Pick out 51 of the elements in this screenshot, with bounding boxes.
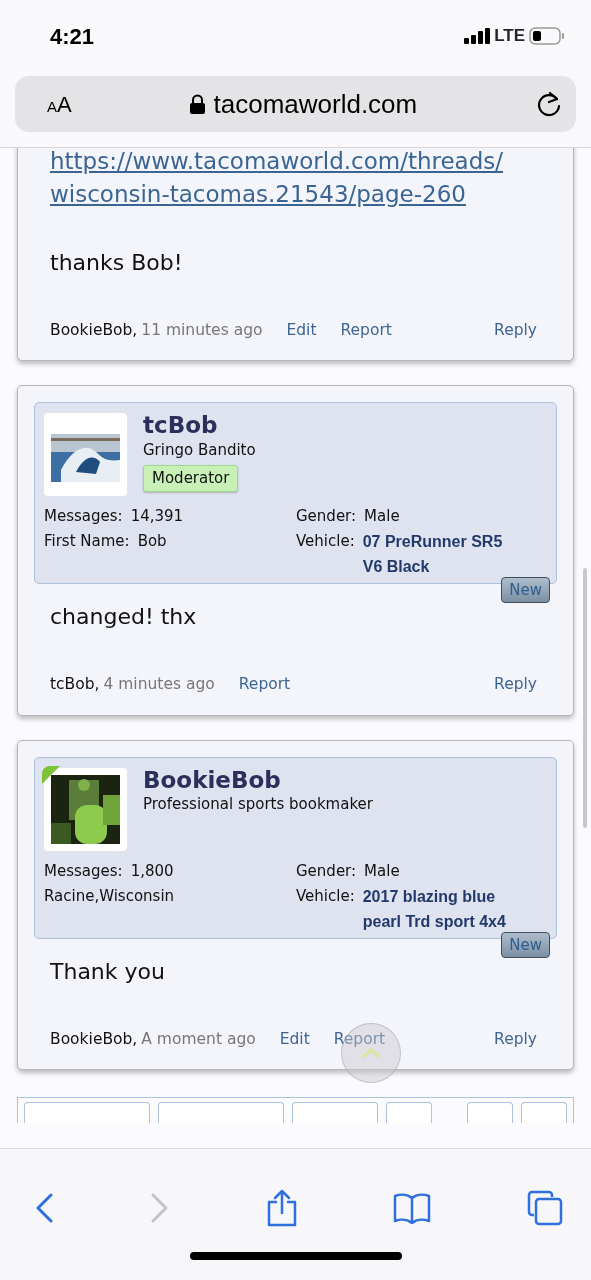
reply-link[interactable]: Reply bbox=[494, 1027, 537, 1051]
lock-icon bbox=[190, 94, 206, 114]
reload-icon[interactable] bbox=[536, 90, 562, 118]
author-link[interactable]: tcBob, bbox=[50, 673, 100, 697]
stat-value: Male bbox=[364, 860, 400, 882]
post-time: 4 minutes ago bbox=[103, 674, 215, 696]
text-size-button[interactable]: AA bbox=[47, 87, 72, 121]
stat-label: Messages: bbox=[44, 860, 123, 882]
action-link[interactable]: Edit bbox=[279, 1027, 310, 1051]
stat-value: Racine,Wisconsin bbox=[44, 885, 175, 907]
role-badge: Moderator bbox=[143, 465, 239, 492]
stat-label: First Name: bbox=[44, 531, 130, 553]
stat-value: Bob bbox=[137, 531, 167, 553]
reply-link[interactable]: Reply bbox=[494, 673, 537, 697]
reply-link[interactable]: Reply bbox=[494, 319, 537, 343]
back-icon[interactable] bbox=[34, 1193, 54, 1223]
message-text: changed! thx bbox=[49, 603, 198, 632]
vehicle-link[interactable]: 07 PreRunner SR5 V6 Black bbox=[362, 529, 525, 580]
link[interactable]: wisconsin-tacomas.21543/page-260 bbox=[34, 178, 557, 211]
stat-label: Vehicle: bbox=[296, 531, 355, 553]
username[interactable]: tcBob bbox=[143, 413, 218, 439]
action-link[interactable]: Edit bbox=[286, 319, 317, 343]
user-title: Professional sports bookmaker bbox=[143, 793, 373, 815]
network-label: LTE bbox=[494, 25, 525, 48]
url-text[interactable]: tacomaworld.com bbox=[213, 84, 418, 124]
vehicle-link[interactable]: 2017 blazing blue pearl Trd sport 4x4 bbox=[362, 883, 525, 934]
stat-label: Gender: bbox=[296, 506, 357, 528]
action-link[interactable]: Report bbox=[340, 319, 392, 343]
message-text: Thank you bbox=[49, 957, 166, 986]
stat-value: 1,800 bbox=[130, 860, 174, 882]
author-link[interactable]: BookieBob, bbox=[50, 1027, 138, 1051]
share-icon[interactable] bbox=[265, 1189, 298, 1227]
battery-icon bbox=[529, 27, 565, 45]
stat-label: Messages: bbox=[44, 506, 123, 528]
author-link[interactable]: BookieBob, bbox=[50, 319, 138, 343]
stat-label: Vehicle: bbox=[296, 885, 355, 907]
signal-icon bbox=[464, 28, 491, 44]
post-time: A moment ago bbox=[141, 1028, 256, 1050]
stat-value: Male bbox=[364, 506, 400, 528]
post-time: 11 minutes ago bbox=[141, 320, 263, 341]
status-time: 4:21 bbox=[50, 22, 95, 51]
user-title: Gringo Bandito bbox=[143, 439, 256, 461]
tabs-icon[interactable] bbox=[527, 1190, 563, 1226]
link[interactable]: https://www.tacomaworld.com/threads/ bbox=[34, 148, 557, 178]
stat-value: 14,391 bbox=[130, 506, 184, 528]
book-icon[interactable] bbox=[393, 1192, 432, 1224]
caret-icon bbox=[361, 1047, 381, 1059]
username[interactable]: BookieBob bbox=[143, 767, 281, 793]
stat-label: Gender: bbox=[296, 860, 357, 882]
message-text: thanks Bob! bbox=[49, 249, 184, 277]
action-link[interactable]: Report bbox=[238, 673, 291, 697]
